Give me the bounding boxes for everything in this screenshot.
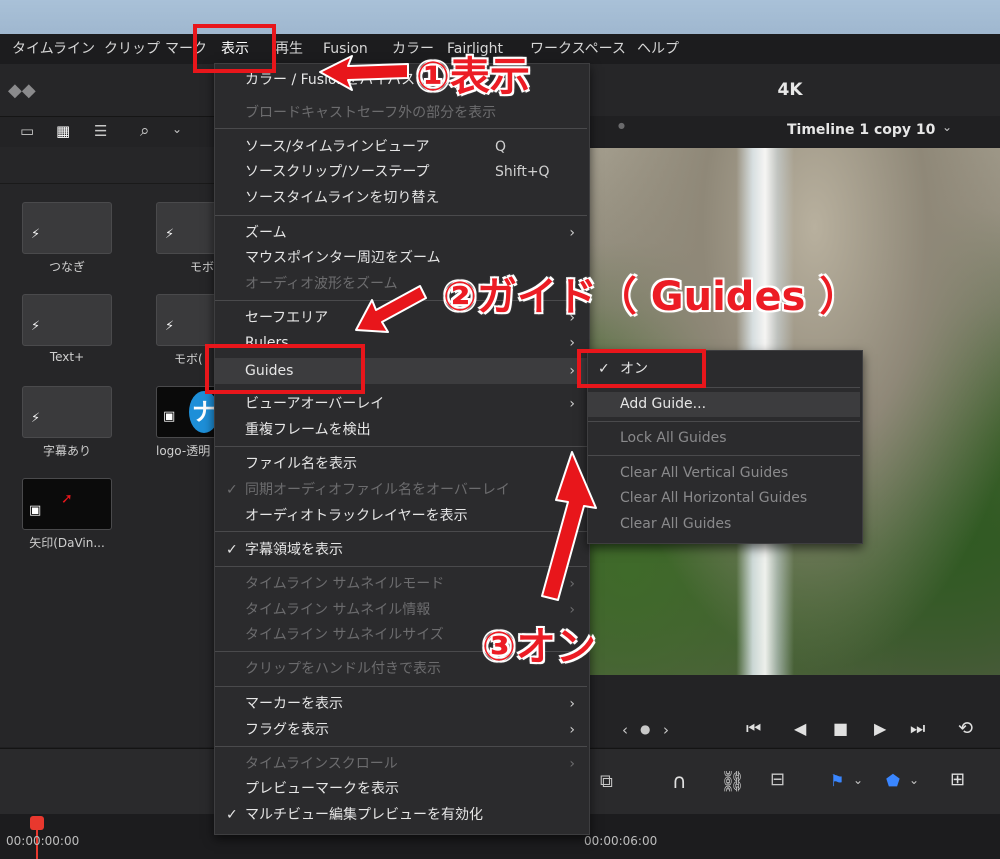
arrow-to-guides-icon — [355, 285, 427, 333]
annotation-step1: ①表示 — [416, 54, 530, 100]
arrow-to-view-menu-icon — [319, 55, 409, 91]
arrow-to-on-icon — [541, 451, 597, 601]
annotation-arrows — [319, 55, 597, 601]
annotation-step2: ②ガイド（ Guides ） — [443, 274, 860, 320]
annotation-step3: ③オン — [482, 624, 596, 670]
